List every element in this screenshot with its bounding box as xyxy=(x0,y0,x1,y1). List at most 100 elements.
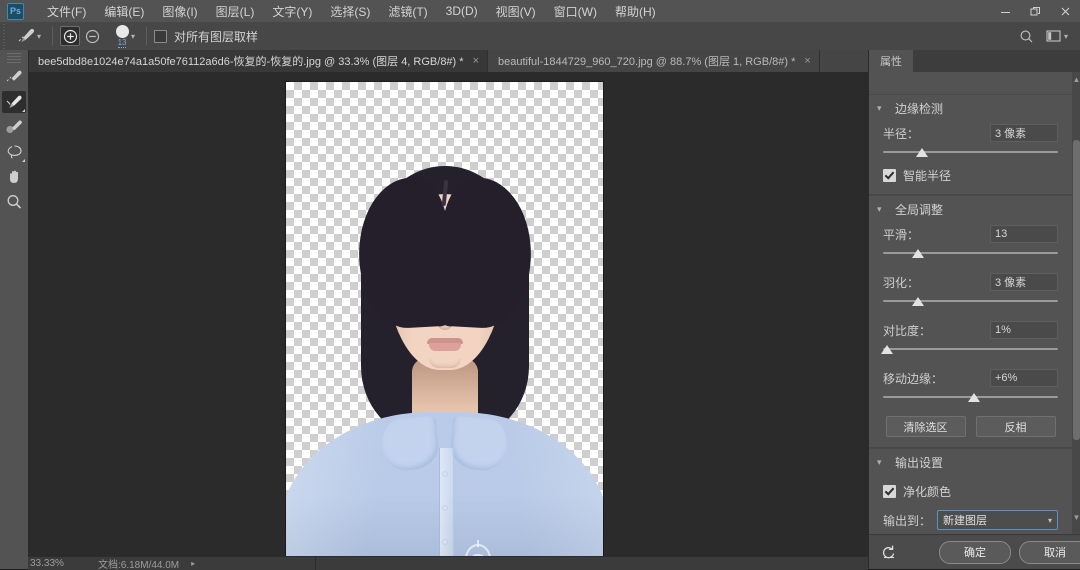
minimize-button[interactable] xyxy=(990,0,1020,22)
sample-all-layers-checkbox[interactable] xyxy=(154,29,168,43)
document-tab-1[interactable]: bee5dbd8e1024e74a1a50fe76112a6d6-恢复的-恢复的… xyxy=(28,50,488,72)
document-tab-2-title: beautiful-1844729_960_720.jpg @ 88.7% (图… xyxy=(498,56,796,68)
reset-button[interactable] xyxy=(879,542,899,562)
brush-size-picker[interactable]: 13 xyxy=(109,24,135,48)
menu-window[interactable]: 窗口(W) xyxy=(545,0,606,23)
quick-selection-brush-icon xyxy=(6,70,22,82)
radius-slider-knob[interactable] xyxy=(915,148,928,157)
tab-properties[interactable]: 属性 xyxy=(869,50,913,72)
shift-edge-value-field[interactable]: +6% xyxy=(990,369,1058,387)
scroll-down-arrow-icon[interactable]: ▼ xyxy=(1073,512,1080,522)
workspace-caret-icon[interactable]: ▾ xyxy=(1064,32,1068,41)
smooth-value-field[interactable]: 13 xyxy=(990,225,1058,243)
status-caret-icon[interactable]: ▸ xyxy=(191,559,195,568)
workspace-switcher-icon xyxy=(1046,30,1061,42)
tools-panel xyxy=(0,50,29,569)
document-canvas[interactable] xyxy=(286,82,603,556)
menu-file[interactable]: 文件(F) xyxy=(38,0,95,23)
section-output-settings-header[interactable]: ▾ 输出设置 xyxy=(869,449,1072,475)
add-to-selection-button[interactable] xyxy=(60,26,81,46)
close-button[interactable] xyxy=(1050,0,1080,22)
menu-layer[interactable]: 图层(L) xyxy=(207,0,264,23)
chevron-down-icon[interactable]: ▾ xyxy=(877,103,889,114)
document-tab-1-close-icon[interactable]: × xyxy=(473,55,479,67)
tool-zoom[interactable] xyxy=(2,191,26,213)
smart-radius-row[interactable]: 智能半径 xyxy=(869,159,1072,186)
tool-lasso[interactable] xyxy=(2,141,26,163)
reset-icon xyxy=(882,545,894,559)
menu-help[interactable]: 帮助(H) xyxy=(606,0,665,23)
sample-all-layers-label: 对所有图层取样 xyxy=(174,29,259,44)
output-to-value: 新建图层 xyxy=(943,515,988,527)
scroll-up-arrow-icon[interactable]: ▲ xyxy=(1073,74,1080,84)
panel-scrollbar[interactable]: ▲ ▼ xyxy=(1072,72,1080,535)
cancel-button[interactable]: 取消 xyxy=(1019,540,1080,564)
feather-slider-knob[interactable] xyxy=(912,297,924,306)
feather-slider[interactable] xyxy=(883,296,1058,308)
menu-3d[interactable]: 3D(D) xyxy=(437,1,487,21)
tool-quick-selection[interactable] xyxy=(2,66,26,88)
radius-slider[interactable] xyxy=(883,147,1058,159)
chevron-down-icon[interactable]: ▾ xyxy=(877,204,889,215)
section-output-settings-title: 输出设置 xyxy=(895,455,944,470)
menu-edit[interactable]: 编辑(E) xyxy=(95,0,153,23)
portrait-image xyxy=(286,82,603,556)
smart-radius-checkbox[interactable] xyxy=(883,169,896,182)
canvas-work-area[interactable] xyxy=(28,72,868,556)
tool-preset-caret-icon[interactable]: ▾ xyxy=(37,32,41,41)
brush-preview-icon xyxy=(115,25,129,38)
tools-panel-grip[interactable] xyxy=(7,53,21,63)
contrast-slider[interactable] xyxy=(880,344,1058,356)
radius-slider-track xyxy=(883,151,1058,153)
shift-edge-slider-knob[interactable] xyxy=(968,393,980,402)
footer-buttons: 确定 取消 xyxy=(939,540,1080,564)
contrast-slider-knob[interactable] xyxy=(880,345,893,354)
status-divider xyxy=(315,557,317,570)
menu-filter[interactable]: 滤镜(T) xyxy=(379,0,436,23)
menu-type[interactable]: 文字(Y) xyxy=(263,0,321,23)
ok-button[interactable]: 确定 xyxy=(939,540,1011,564)
refine-edge-brush-icon xyxy=(6,95,22,108)
tool-refine-edge-brush[interactable] xyxy=(2,91,26,113)
status-bar: 33.33% 文档:6.18M/44.0M ▸ xyxy=(28,556,868,570)
document-tab-2[interactable]: beautiful-1844729_960_720.jpg @ 88.7% (图… xyxy=(488,50,820,72)
document-tab-2-close-icon[interactable]: × xyxy=(804,55,810,67)
feather-slider-track xyxy=(883,300,1058,302)
output-to-select[interactable]: 新建图层 ▾ xyxy=(937,510,1058,530)
radius-value-field[interactable]: 3 像素 xyxy=(990,124,1058,142)
properties-sections: ▾ 边缘检测 半径： 3 像素 智能半径 ▾ 全局调整 平滑： 13 羽化： 3… xyxy=(869,72,1072,535)
menu-image[interactable]: 图像(I) xyxy=(153,0,206,23)
magnifier-icon xyxy=(7,195,21,209)
menu-view[interactable]: 视图(V) xyxy=(487,0,545,23)
clear-selection-button[interactable]: 清除选区 xyxy=(885,416,966,437)
tool-brush[interactable] xyxy=(2,116,26,138)
feather-label: 羽化： xyxy=(883,275,920,290)
chevron-down-icon[interactable]: ▾ xyxy=(1048,516,1052,525)
tool-hand[interactable] xyxy=(2,166,26,188)
options-bar-grip[interactable] xyxy=(0,22,8,50)
smooth-row: 平滑： 13 xyxy=(869,222,1072,244)
workspace-switcher-button[interactable] xyxy=(1046,29,1062,43)
zoom-level-indicator[interactable]: 33.33% xyxy=(28,558,82,569)
menu-select[interactable]: 选择(S) xyxy=(321,0,379,23)
lower-lip xyxy=(428,343,461,351)
chevron-down-icon[interactable]: ▾ xyxy=(877,457,889,468)
shift-edge-label: 移动边缘： xyxy=(883,371,944,386)
options-divider-2 xyxy=(146,27,148,45)
restore-button[interactable] xyxy=(1020,0,1050,22)
feather-value-field[interactable]: 3 像素 xyxy=(990,273,1058,291)
shirt-button xyxy=(442,540,447,544)
decontaminate-colors-checkbox[interactable] xyxy=(883,485,896,498)
close-icon xyxy=(1061,7,1069,15)
smooth-slider-knob[interactable] xyxy=(912,249,924,258)
section-edge-detection-header[interactable]: ▾ 边缘检测 xyxy=(869,95,1072,121)
panel-scrollbar-thumb[interactable] xyxy=(1073,140,1080,440)
contrast-value-field[interactable]: 1% xyxy=(990,321,1058,339)
search-button[interactable] xyxy=(1019,29,1034,44)
shift-edge-slider[interactable] xyxy=(883,392,1058,404)
section-global-refinements-header[interactable]: ▾ 全局调整 xyxy=(869,196,1072,222)
subtract-from-selection-button[interactable] xyxy=(82,26,102,46)
smooth-slider[interactable] xyxy=(883,248,1058,260)
invert-button[interactable]: 反相 xyxy=(975,416,1056,437)
decontaminate-colors-row[interactable]: 净化颜色 xyxy=(869,475,1072,502)
